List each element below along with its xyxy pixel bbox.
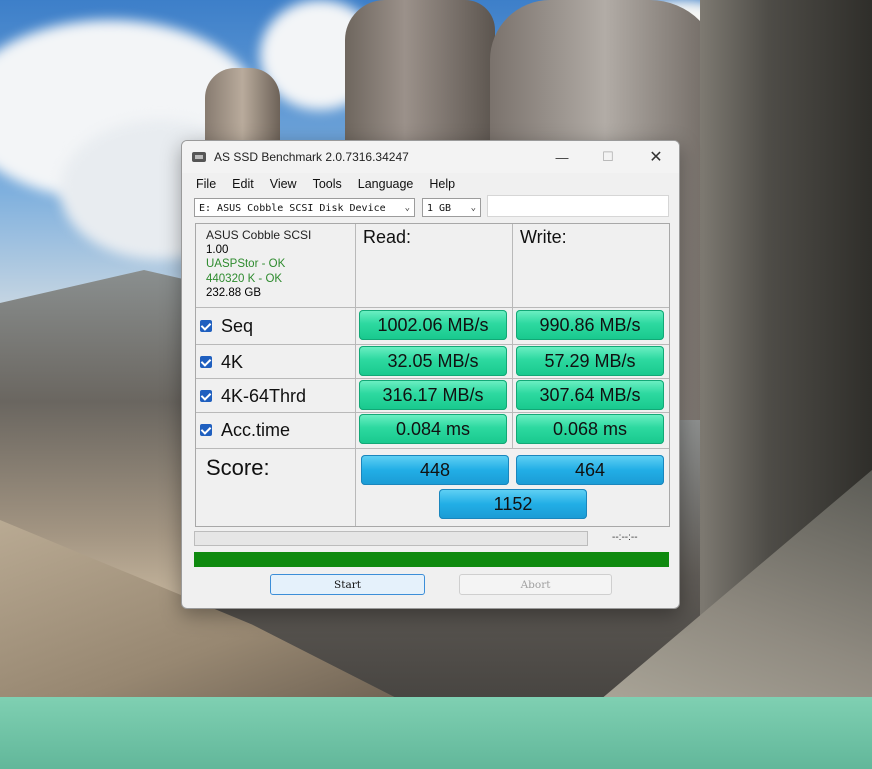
as-ssd-window: AS SSD Benchmark 2.0.7316.34247 — ☐ ✕ Fi… (181, 140, 680, 609)
size-select-value: 1 GB (427, 203, 452, 214)
size-select[interactable]: 1 GB ⌄ (422, 198, 481, 217)
menu-help[interactable]: Help (429, 177, 455, 191)
start-button[interactable]: Start (270, 574, 425, 595)
abort-button[interactable]: Abort (459, 574, 612, 595)
checkbox-checked-icon[interactable] (200, 390, 212, 402)
menu-bar: File Edit View Tools Language Help (182, 173, 679, 195)
elapsed-timer: --:--:-- (612, 532, 638, 543)
grid-divider (196, 307, 669, 308)
drive-select[interactable]: E: ASUS Cobble SCSI Disk Device ⌄ (194, 198, 415, 217)
maximize-button[interactable]: ☐ (585, 141, 631, 173)
grid-divider (355, 224, 356, 526)
driver-status: UASPStor - OK (206, 258, 286, 270)
total-progress-bar (194, 552, 669, 567)
grid-divider (512, 224, 513, 448)
menu-edit[interactable]: Edit (232, 177, 254, 191)
read-score: 448 (361, 455, 509, 485)
device-firmware: 1.00 (206, 243, 229, 256)
device-info: ASUS Cobble SCSI 1.00 UASPStor - OK 4403… (206, 228, 311, 301)
test-row-acc-time[interactable]: Acc.time (200, 413, 290, 447)
grid-divider (196, 448, 669, 449)
4k-read-result: 32.05 MB/s (359, 346, 507, 376)
test-row-4k-64thrd[interactable]: 4K-64Thrd (200, 379, 306, 413)
test-label: 4K (221, 351, 244, 372)
title-bar[interactable]: AS SSD Benchmark 2.0.7316.34247 — ☐ ✕ (182, 141, 679, 173)
lake (0, 697, 872, 769)
grid-divider (196, 344, 669, 345)
results-grid: ASUS Cobble SCSI 1.00 UASPStor - OK 4403… (195, 223, 670, 527)
menu-tools[interactable]: Tools (313, 177, 342, 191)
test-progress-bar (194, 531, 588, 546)
device-capacity: 232.88 GB (206, 287, 261, 299)
menu-file[interactable]: File (196, 177, 216, 191)
device-name: ASUS Cobble SCSI (206, 228, 312, 242)
app-icon (192, 152, 206, 162)
seq-read-result: 1002.06 MB/s (359, 310, 507, 340)
drive-select-value: E: ASUS Cobble SCSI Disk Device (199, 203, 386, 214)
read-column-header: Read: (363, 227, 412, 247)
test-label: Seq (221, 315, 254, 336)
status-field (487, 195, 669, 217)
test-row-seq[interactable]: Seq (200, 309, 253, 343)
window-title: AS SSD Benchmark 2.0.7316.34247 (214, 150, 409, 164)
4k-64thrd-write-result: 307.64 MB/s (516, 380, 664, 410)
4k-64thrd-read-result: 316.17 MB/s (359, 380, 507, 410)
test-row-4k[interactable]: 4K (200, 345, 243, 379)
close-button[interactable]: ✕ (633, 141, 679, 173)
acc-time-read-result: 0.084 ms (359, 414, 507, 444)
write-column-header: Write: (520, 227, 567, 247)
score-label: Score: (206, 455, 270, 480)
menu-view[interactable]: View (270, 177, 297, 191)
seq-write-result: 990.86 MB/s (516, 310, 664, 340)
menu-language[interactable]: Language (358, 177, 414, 191)
checkbox-checked-icon[interactable] (200, 320, 212, 332)
checkbox-checked-icon[interactable] (200, 424, 212, 436)
write-score: 464 (516, 455, 664, 485)
test-label: 4K-64Thrd (221, 385, 307, 406)
checkbox-checked-icon[interactable] (200, 356, 212, 368)
acc-time-write-result: 0.068 ms (516, 414, 664, 444)
test-label: Acc.time (221, 419, 291, 440)
chevron-down-icon: ⌄ (404, 203, 410, 213)
chevron-down-icon: ⌄ (470, 203, 476, 213)
minimize-button[interactable]: — (539, 141, 585, 173)
alignment-status: 440320 K - OK (206, 272, 283, 285)
total-score: 1152 (439, 489, 587, 519)
selection-row: E: ASUS Cobble SCSI Disk Device ⌄ 1 GB ⌄ (182, 195, 679, 223)
4k-write-result: 57.29 MB/s (516, 346, 664, 376)
